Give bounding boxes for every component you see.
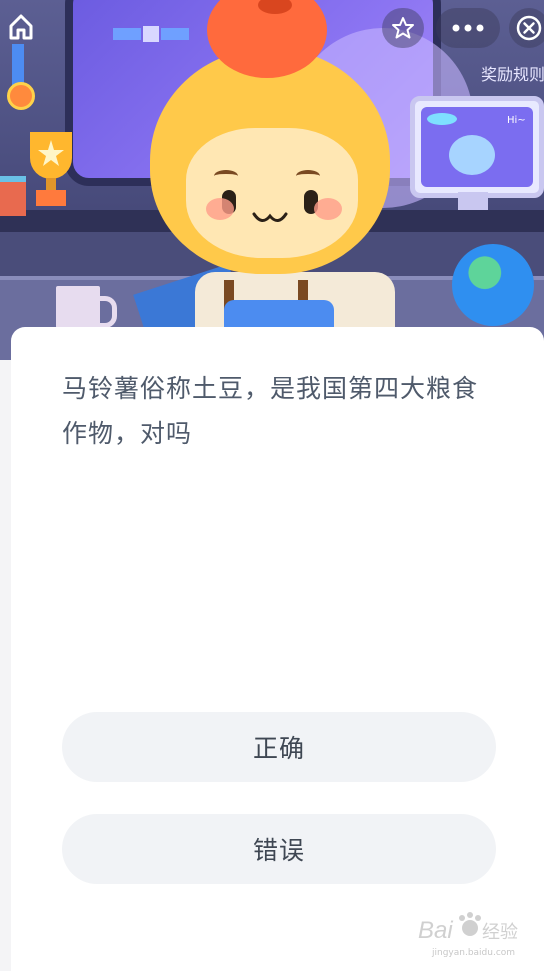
paw-icon: Bai 经验 [418,912,518,944]
satellite-icon [113,26,189,42]
monitor-greeting: Hi~ [507,115,526,126]
answer-false-button[interactable]: 错误 [62,814,496,884]
header-illustration: Hi~ [0,0,544,360]
star-icon [392,17,414,39]
mug-icon [56,286,100,332]
mascot-brow-right [296,170,320,182]
watermark-brand: Bai [418,917,453,944]
close-icon [516,15,542,41]
mascot-brow-left [214,170,238,182]
question-text: 马铃薯俗称土豆，是我国第四大粮食作物，对吗 [62,374,479,448]
favorite-button[interactable] [382,8,424,48]
watermark-brand-cn: 经验 [482,922,518,943]
mascot-mouth [252,212,288,222]
watermark-url: jingyan.baidu.com [432,948,516,958]
trophy-icon [30,132,72,206]
medal-icon [7,82,35,110]
alien-icon [449,135,495,175]
answer-false-label: 错误 [252,836,305,865]
answer-true-label: 正确 [252,734,305,763]
monitor-stand [458,192,488,210]
more-icon [452,24,484,32]
ufo-icon [427,113,457,125]
mascot-face [186,128,358,258]
monitor-decoration: Hi~ [410,96,544,198]
close-button[interactable] [509,8,544,48]
mascot-cheek-right [314,198,342,220]
mascot-cheek-left [206,198,234,220]
reward-rules-link[interactable]: 奖励规则 [481,61,544,85]
mug-handle [98,296,117,328]
more-button[interactable] [436,8,500,48]
globe-icon [452,244,534,326]
home-icon [9,14,33,40]
home-button[interactable] [6,10,36,44]
answer-true-button[interactable]: 正确 [62,712,496,782]
